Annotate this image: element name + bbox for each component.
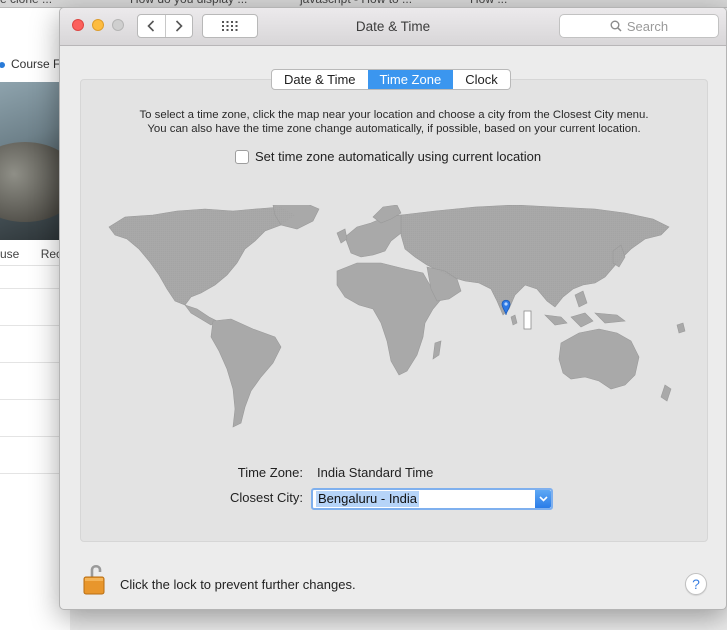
lock-row: Click the lock to prevent further change… — [82, 563, 402, 599]
world-map[interactable] — [105, 205, 687, 431]
time-zone-row: Time Zone: India Standard Time — [81, 465, 707, 483]
tab-clock[interactable]: Clock — [453, 70, 510, 89]
time-zone-instructions: To select a time zone, click the map nea… — [81, 108, 707, 136]
closest-city-label: Closest City: — [230, 490, 303, 505]
closest-city-row: Closest City: Bengaluru - India — [81, 488, 707, 510]
auto-timezone-option[interactable]: Set time zone automatically using curren… — [235, 149, 541, 164]
time-zone-value: India Standard Time — [317, 465, 434, 480]
titlebar: Date & Time Search — [60, 8, 726, 46]
instructions-line: To select a time zone, click the map nea… — [139, 109, 649, 121]
closest-city-value[interactable]: Bengaluru - India — [316, 491, 420, 507]
course-link-label: Course F — [11, 57, 61, 71]
tab-bar: Date & Time Time Zone Clock — [271, 69, 511, 90]
background-tab[interactable]: e clone ... — [0, 0, 52, 7]
time-zone-panel: To select a time zone, click the map nea… — [80, 79, 708, 542]
time-zone-label: Time Zone: — [237, 465, 303, 480]
timezone-highlight — [523, 310, 532, 330]
instructions-line: You can also have the time zone change a… — [147, 123, 641, 135]
auto-timezone-label: Set time zone automatically using curren… — [255, 149, 542, 164]
lock-message: Click the lock to prevent further change… — [120, 577, 356, 592]
closest-city-combobox[interactable]: Bengaluru - India — [311, 488, 553, 510]
tab-time-zone[interactable]: Time Zone — [367, 70, 454, 89]
unlocked-lock-icon[interactable] — [82, 563, 106, 597]
chevron-down-icon — [538, 496, 548, 502]
background-course-tab[interactable]: use — [0, 247, 19, 261]
date-time-window: Date & Time Search Date & Time Time Zone… — [59, 7, 727, 610]
auto-timezone-checkbox[interactable] — [235, 149, 249, 164]
help-button[interactable]: ? — [685, 573, 707, 595]
search-field[interactable]: Search — [559, 14, 719, 38]
search-placeholder: Search — [626, 18, 669, 34]
link-dot-icon — [0, 61, 5, 68]
closest-city-dropdown-button[interactable] — [535, 490, 551, 508]
search-icon — [610, 20, 622, 32]
tab-date-time[interactable]: Date & Time — [272, 70, 368, 89]
